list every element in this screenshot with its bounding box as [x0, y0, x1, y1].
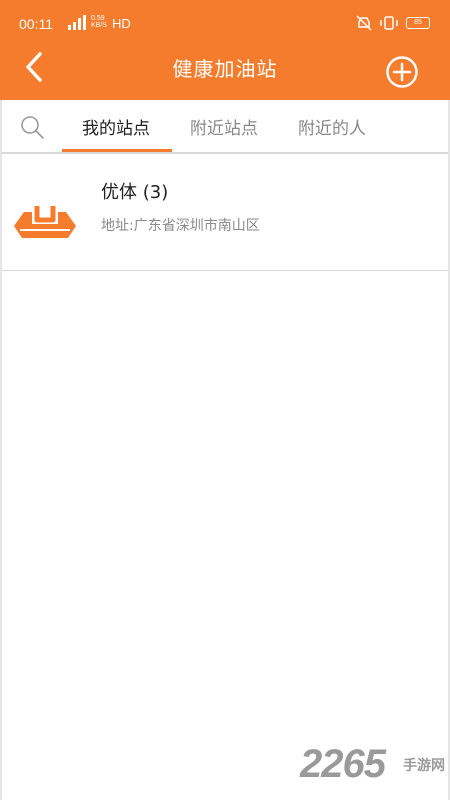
battery-icon: 85 — [406, 17, 430, 29]
tab-nearby-people[interactable]: 附近的人 — [298, 114, 366, 139]
mute-vibrate-icons — [356, 15, 398, 31]
battery-level: 85 — [414, 19, 422, 26]
tab-nearby-stations[interactable]: 附近站点 — [190, 114, 258, 139]
search-icon[interactable] — [18, 113, 46, 141]
app-header: 00:11 0.59 KB/S HD 85 健康加油站 — [0, 0, 450, 100]
speed-unit: KB/S — [91, 22, 107, 29]
status-time: 00:11 — [19, 16, 53, 32]
station-name: 优体 (3) — [101, 182, 169, 203]
station-logo-icon — [14, 206, 76, 238]
station-address: 地址:广东省深圳市南山区 — [101, 218, 260, 234]
watermark-text: 手游网 — [403, 758, 445, 774]
hd-badge: HD — [112, 16, 131, 31]
status-bar: 00:11 0.59 KB/S HD 85 — [0, 0, 450, 42]
tab-my-stations[interactable]: 我的站点 — [82, 114, 150, 139]
page-title: 健康加油站 — [172, 57, 278, 81]
speed-value: 0.59 — [91, 15, 105, 22]
tab-bar: 我的站点 附近站点 附近的人 — [0, 100, 450, 152]
left-edge — [0, 100, 2, 800]
list-divider — [0, 270, 450, 271]
add-button[interactable] — [384, 54, 420, 90]
watermark-number: 2265 — [300, 742, 386, 786]
signal-icon — [68, 15, 86, 30]
network-speed: 0.59 KB/S — [91, 15, 107, 29]
station-list-item[interactable]: 优体 (3) 地址:广东省深圳市南山区 — [0, 154, 450, 270]
